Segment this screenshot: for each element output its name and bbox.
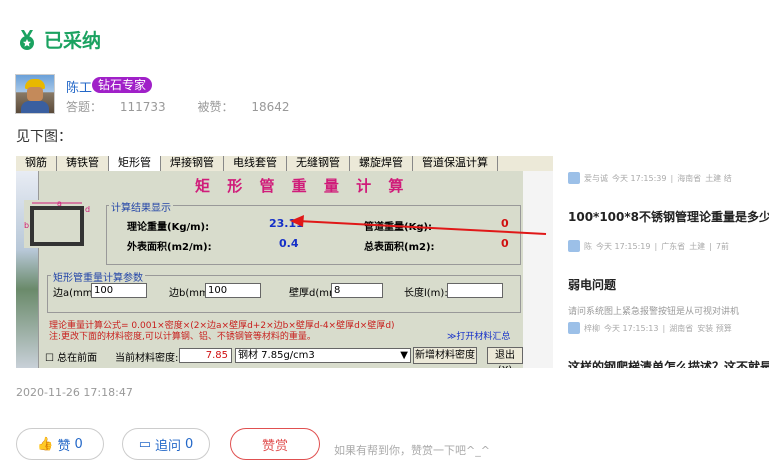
feed-desc: 请问系统图上紧急报警按钮是从可视对讲机 [568, 307, 740, 317]
feed-time: 今天 17:15:13 [604, 323, 659, 333]
related-feed: 爱与诚 今天 17:15:39 | 海南省 土建 结 100*100*8不锈钢管理论重量… [568, 156, 769, 368]
user-icon [568, 240, 580, 252]
adopted-status: 已采纳 [16, 26, 101, 53]
answer-text: 见下图： [16, 129, 72, 145]
answer-date: 2020-11-26 17:18:47 [16, 386, 133, 399]
feed-title[interactable]: 这样的钢爬梯清单怎么描述？这不就是 [568, 358, 769, 368]
answerer-stats: 答题： 111733 被赞： 18642 [66, 98, 318, 115]
ask-button[interactable]: ▭ 追问 0 [122, 428, 210, 460]
avatar[interactable] [15, 74, 55, 114]
reward-hint: 如果有帮到你，赞赏一下吧^_^ [334, 444, 490, 457]
feed-tags: 土建 结 [705, 173, 732, 183]
adopted-label: 已采纳 [44, 30, 102, 52]
feed-user: 陈 [584, 241, 592, 251]
user-icon [568, 322, 580, 334]
like-button[interactable]: 👍 赞 0 [16, 428, 104, 460]
comment-icon: ▭ [138, 436, 151, 452]
thumbs-up-icon: 👍 [37, 436, 54, 452]
feed-title[interactable]: 弱电问题 [568, 276, 616, 293]
answers-count: 111733 [119, 100, 166, 114]
reward-button[interactable]: 赞赏 [230, 428, 320, 460]
feed-time: 今天 17:15:39 [612, 173, 667, 183]
liked-label: 被赞： [197, 100, 234, 114]
like-label: 赞 [57, 438, 71, 454]
red-arrow-annotation [290, 215, 547, 235]
answerer-name[interactable]: 陈工 [66, 77, 92, 96]
feed-tags: 安装 预算 [697, 323, 732, 333]
medal-icon [20, 29, 34, 50]
expert-badge: 钻石专家 [92, 77, 153, 93]
feed-time: 今天 17:15:19 [596, 241, 651, 251]
feed-extra: 7前 [715, 241, 729, 251]
like-count: 0 [74, 436, 83, 452]
ask-label: 追问 [155, 438, 182, 454]
feed-meta: 爱与诚 今天 17:15:39 | 海南省 土建 结 [568, 172, 732, 184]
answers-label: 答题： [66, 100, 103, 114]
feed-tags: 土建 [689, 241, 706, 251]
feed-region: 海南省 [677, 173, 702, 183]
feed-title[interactable]: 100*100*8不锈钢管理论重量是多少 [568, 208, 769, 225]
embedded-screenshot[interactable]: 钢筋 铸铁管 矩形管 焊接钢管 电线套管 无缝钢管 螺旋焊管 管道保温计算 矩 … [16, 156, 553, 368]
feed-user: 爱与诚 [584, 173, 608, 183]
user-icon [568, 172, 580, 184]
ask-count: 0 [185, 436, 194, 452]
liked-count: 18642 [251, 100, 290, 114]
feed-user: 梓柳 [584, 323, 600, 333]
feed-region: 广东省 [661, 241, 686, 251]
feed-meta: 陈今天 17:15:19 | 广东省 土建 | 7前 [568, 240, 729, 252]
feed-region: 湖南省 [669, 323, 694, 333]
feed-meta: 梓柳 今天 17:15:13 | 湖南省 安装 预算 [568, 322, 732, 334]
